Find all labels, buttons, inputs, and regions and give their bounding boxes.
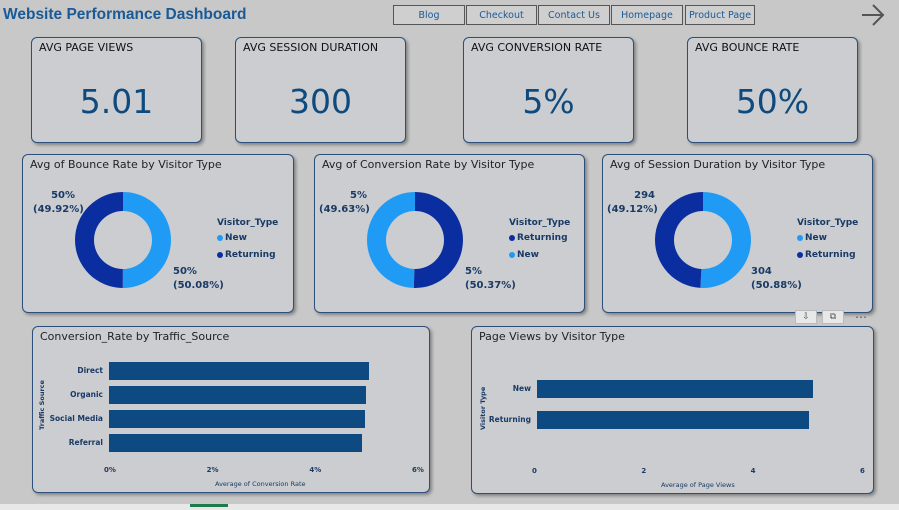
pin-icon[interactable]: ⇩: [795, 310, 817, 324]
bar-new[interactable]: [537, 380, 813, 398]
nav-button-homepage[interactable]: Homepage: [611, 5, 683, 25]
data-label-bottom: 304 (50.88%): [751, 266, 802, 291]
x-tick-label: 6: [860, 467, 865, 475]
x-tick-label: 4%: [309, 466, 322, 474]
bar-card-pageviews-by-visitor[interactable]: Page Views by Visitor Type Visitor Type …: [471, 326, 874, 494]
kpi-card-bounce-rate: AVG BOUNCE RATE 50%: [687, 37, 858, 143]
kpi-label: AVG SESSION DURATION: [243, 41, 379, 54]
bar-category-label: New: [512, 384, 531, 393]
donut-slice-new[interactable]: [700, 192, 751, 288]
donut-slice-returning[interactable]: [654, 192, 703, 288]
kpi-value: 300: [289, 82, 352, 121]
page-title: Website Performance Dashboard: [3, 6, 247, 23]
bar-referral[interactable]: [109, 434, 362, 452]
kpi-card-page-views: AVG PAGE VIEWS 5.01: [31, 37, 202, 143]
chart-title: Avg of Conversion Rate by Visitor Type: [322, 158, 535, 171]
bar-social-media[interactable]: [109, 410, 365, 428]
x-tick-label: 6%: [412, 466, 424, 474]
legend-item-returning[interactable]: Returning: [509, 233, 568, 243]
bar-category-label: Organic: [70, 390, 103, 399]
data-label-top: 50% (49.92%): [33, 190, 84, 215]
bar-organic[interactable]: [109, 386, 367, 404]
focus-mode-icon[interactable]: ⧉: [822, 310, 844, 324]
x-axis-title: Average of Page Views: [661, 481, 735, 489]
kpi-value: 5.01: [79, 82, 154, 121]
legend-item-new[interactable]: New: [509, 250, 539, 260]
kpi-label: AVG CONVERSION RATE: [471, 41, 603, 54]
x-tick-label: 0%: [104, 466, 116, 474]
kpi-label: AVG BOUNCE RATE: [695, 41, 800, 54]
data-label-bottom: 5% (50.37%): [465, 266, 516, 291]
chart-title: Page Views by Visitor Type: [479, 330, 625, 343]
bar-category-label: Returning: [488, 415, 531, 424]
kpi-card-session-duration: AVG SESSION DURATION 300: [235, 37, 406, 143]
donut-chart[interactable]: [653, 190, 753, 290]
bar-category-label: Direct: [77, 366, 103, 375]
x-tick-label: 2%: [206, 466, 219, 474]
chart-title: Avg of Session Duration by Visitor Type: [610, 158, 826, 171]
nav-button-product-page[interactable]: Product Page: [685, 5, 755, 25]
x-tick-label: 4: [750, 467, 756, 475]
donut-card-session-duration[interactable]: Avg of Session Duration by Visitor Type …: [602, 154, 873, 313]
active-page-tab-indicator[interactable]: [190, 504, 228, 507]
donut-slice-new[interactable]: [122, 192, 171, 288]
bar-returning[interactable]: [537, 411, 809, 429]
bar-category-label: Social Media: [49, 414, 103, 423]
data-label-top: 294 (49.12%): [607, 190, 658, 215]
data-label-top: 5% (49.63%): [319, 190, 370, 215]
donut-card-conversion-rate[interactable]: Avg of Conversion Rate by Visitor Type 5…: [314, 154, 585, 313]
chart-title: Conversion_Rate by Traffic_Source: [40, 330, 230, 343]
legend-item-new[interactable]: New: [797, 233, 827, 243]
donut-slice-new[interactable]: [366, 192, 415, 288]
nav-button-blog[interactable]: Blog: [393, 5, 465, 25]
donut-chart[interactable]: [365, 190, 465, 290]
legend-title: Visitor_Type: [509, 218, 571, 228]
nav-button-contact-us[interactable]: Contact Us: [538, 5, 610, 25]
more-options-icon[interactable]: …: [849, 308, 873, 324]
kpi-value: 5%: [522, 82, 575, 121]
page-tabs-strip: [0, 504, 899, 510]
x-axis-title: Average of Conversion Rate: [215, 480, 306, 488]
arrow-right-icon[interactable]: [860, 2, 886, 28]
chart-title: Avg of Bounce Rate by Visitor Type: [30, 158, 222, 171]
nav-button-checkout[interactable]: Checkout: [466, 5, 537, 25]
legend-item-returning[interactable]: Returning: [217, 250, 276, 260]
donut-card-bounce-rate[interactable]: Avg of Bounce Rate by Visitor Type 50% (4…: [22, 154, 294, 313]
bar-direct[interactable]: [109, 362, 370, 380]
x-tick-label: 2: [641, 467, 647, 475]
donut-chart[interactable]: [73, 190, 173, 290]
kpi-card-conversion-rate: AVG CONVERSION RATE 5%: [463, 37, 634, 143]
kpi-label: AVG PAGE VIEWS: [39, 41, 134, 54]
bar-category-label: Referral: [68, 438, 103, 447]
legend-title: Visitor_Type: [217, 218, 279, 228]
kpi-value: 50%: [735, 82, 810, 121]
x-tick-label: 0: [532, 467, 537, 475]
legend-title: Visitor_Type: [797, 218, 859, 228]
data-label-bottom: 50% (50.08%): [173, 266, 224, 291]
legend-item-new[interactable]: New: [217, 233, 247, 243]
legend-item-returning[interactable]: Returning: [797, 250, 856, 260]
donut-slice-returning[interactable]: [413, 192, 463, 288]
bar-card-conversion-by-source[interactable]: Conversion_Rate by Traffic_Source Traffi…: [32, 326, 430, 493]
